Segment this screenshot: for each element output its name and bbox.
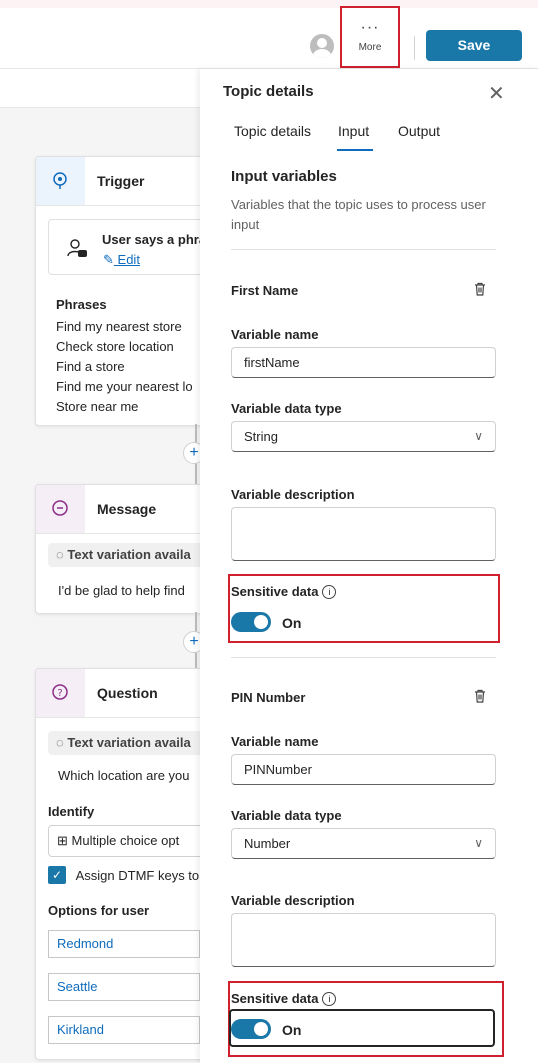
edit-link[interactable]: ✎ Edit [103,252,140,268]
message-card[interactable]: Message ◌ Text variation availa I'd be g… [35,484,217,614]
more-icon: ··· [360,19,380,36]
data-type-value: Number [244,836,291,851]
phrase-item: Store near me [56,399,139,414]
sensitive-data-label: Sensitive data i [231,584,337,599]
description-input[interactable] [231,913,496,967]
close-icon[interactable]: ✕ [488,81,505,106]
divider [231,249,496,250]
identify-label: Identify [48,804,95,819]
divider [231,657,496,658]
panel-title: Topic details [223,83,314,100]
input-variables-description: Variables that the topic uses to process… [231,197,486,232]
option-item[interactable]: Redmond [48,930,200,958]
description-input[interactable] [231,507,496,561]
avatar[interactable] [310,34,334,58]
checkbox-checked-icon[interactable]: ✓ [48,866,66,884]
toggle-state-label: On [282,1022,302,1038]
phrase-item: Find my nearest store [56,319,182,334]
description-label: Variable description [231,487,355,502]
trigger-card[interactable]: Trigger User says a phra ✎ Edit Phrases … [35,156,217,426]
toggle-state-label: On [282,615,302,631]
variable-name-label: Variable name [231,734,319,749]
question-icon: ? [52,684,68,700]
svg-text:?: ? [57,688,62,699]
variable-name-label: Variable name [231,327,319,342]
phrases-label: Phrases [56,297,107,312]
identify-select[interactable]: ⊞ Multiple choice opt [48,825,216,857]
text-variation-badge: ◌ Text variation availa [48,543,216,567]
variable-name-input[interactable]: firstName [231,347,496,378]
sensitive-data-toggle[interactable] [231,1019,271,1039]
phrases-list: Find my nearest store Check store locati… [56,317,193,417]
option-item[interactable]: Seattle [48,973,200,1001]
trash-icon[interactable] [472,281,488,297]
phrase-item: Find a store [56,359,125,374]
trigger-icon [53,172,67,189]
description-label: Variable description [231,893,355,908]
info-icon[interactable]: i [322,585,337,599]
toolbar-divider [414,36,415,60]
message-icon-area [36,485,85,533]
question-card[interactable]: ? Question ◌ Text variation availa Which… [35,668,217,1060]
topic-details-panel: Topic details ✕ Topic details Input Outp… [200,69,538,1063]
message-text: I'd be glad to help find [58,583,185,598]
options-label: Options for user [48,903,150,918]
data-type-label: Variable data type [231,808,342,823]
user-says-label: User says a phra [102,232,207,247]
user-chat-icon [67,239,87,257]
tab-output[interactable]: Output [398,123,440,139]
input-variables-title: Input variables [231,168,337,185]
phrase-item: Find me your nearest lo [56,379,193,394]
text-variation-badge: ◌ Text variation availa [48,731,216,755]
save-button[interactable]: Save [426,30,522,61]
message-title: Message [97,501,157,517]
trigger-title: Trigger [97,173,145,189]
chevron-down-icon: ∨ [474,429,483,443]
variation-icon: ◌ [56,547,64,562]
variable-name-input[interactable]: PINNumber [231,754,496,785]
grid-icon: ⊞ [57,833,68,848]
data-type-select[interactable]: String ∨ [231,421,496,452]
sensitive-data-label: Sensitive data i [231,991,337,1006]
variation-icon: ◌ [56,735,64,750]
trash-icon[interactable] [472,688,488,704]
chevron-down-icon: ∨ [474,836,483,850]
dtmf-label: Assign DTMF keys to [75,867,200,883]
dtmf-checkbox-row[interactable]: ✓ Assign DTMF keys to [48,866,199,884]
variable-name-heading: PIN Number [231,690,306,705]
phrase-item: Check store location [56,339,174,354]
data-type-value: String [244,429,278,444]
active-tab-indicator [337,149,373,151]
data-type-select[interactable]: Number ∨ [231,828,496,859]
canvas-toolbar [0,69,200,108]
trigger-phrase-box: User says a phra ✎ Edit [48,219,216,275]
more-label: More [358,42,382,53]
tab-input[interactable]: Input [338,123,369,139]
sensitive-data-toggle[interactable] [231,612,271,632]
question-text: Which location are you [58,768,190,783]
data-type-label: Variable data type [231,401,342,416]
question-icon-area: ? [36,669,85,717]
top-bar: Save [0,8,538,69]
option-item[interactable]: Kirkland [48,1016,200,1044]
trigger-icon-area [36,157,85,205]
pencil-icon: ✎ [103,252,114,267]
question-title: Question [97,685,158,701]
info-icon[interactable]: i [322,992,337,1006]
message-icon [52,500,68,516]
more-button[interactable]: ··· More [340,6,400,68]
tab-topic-details[interactable]: Topic details [234,123,311,139]
variable-name-heading: First Name [231,283,299,298]
